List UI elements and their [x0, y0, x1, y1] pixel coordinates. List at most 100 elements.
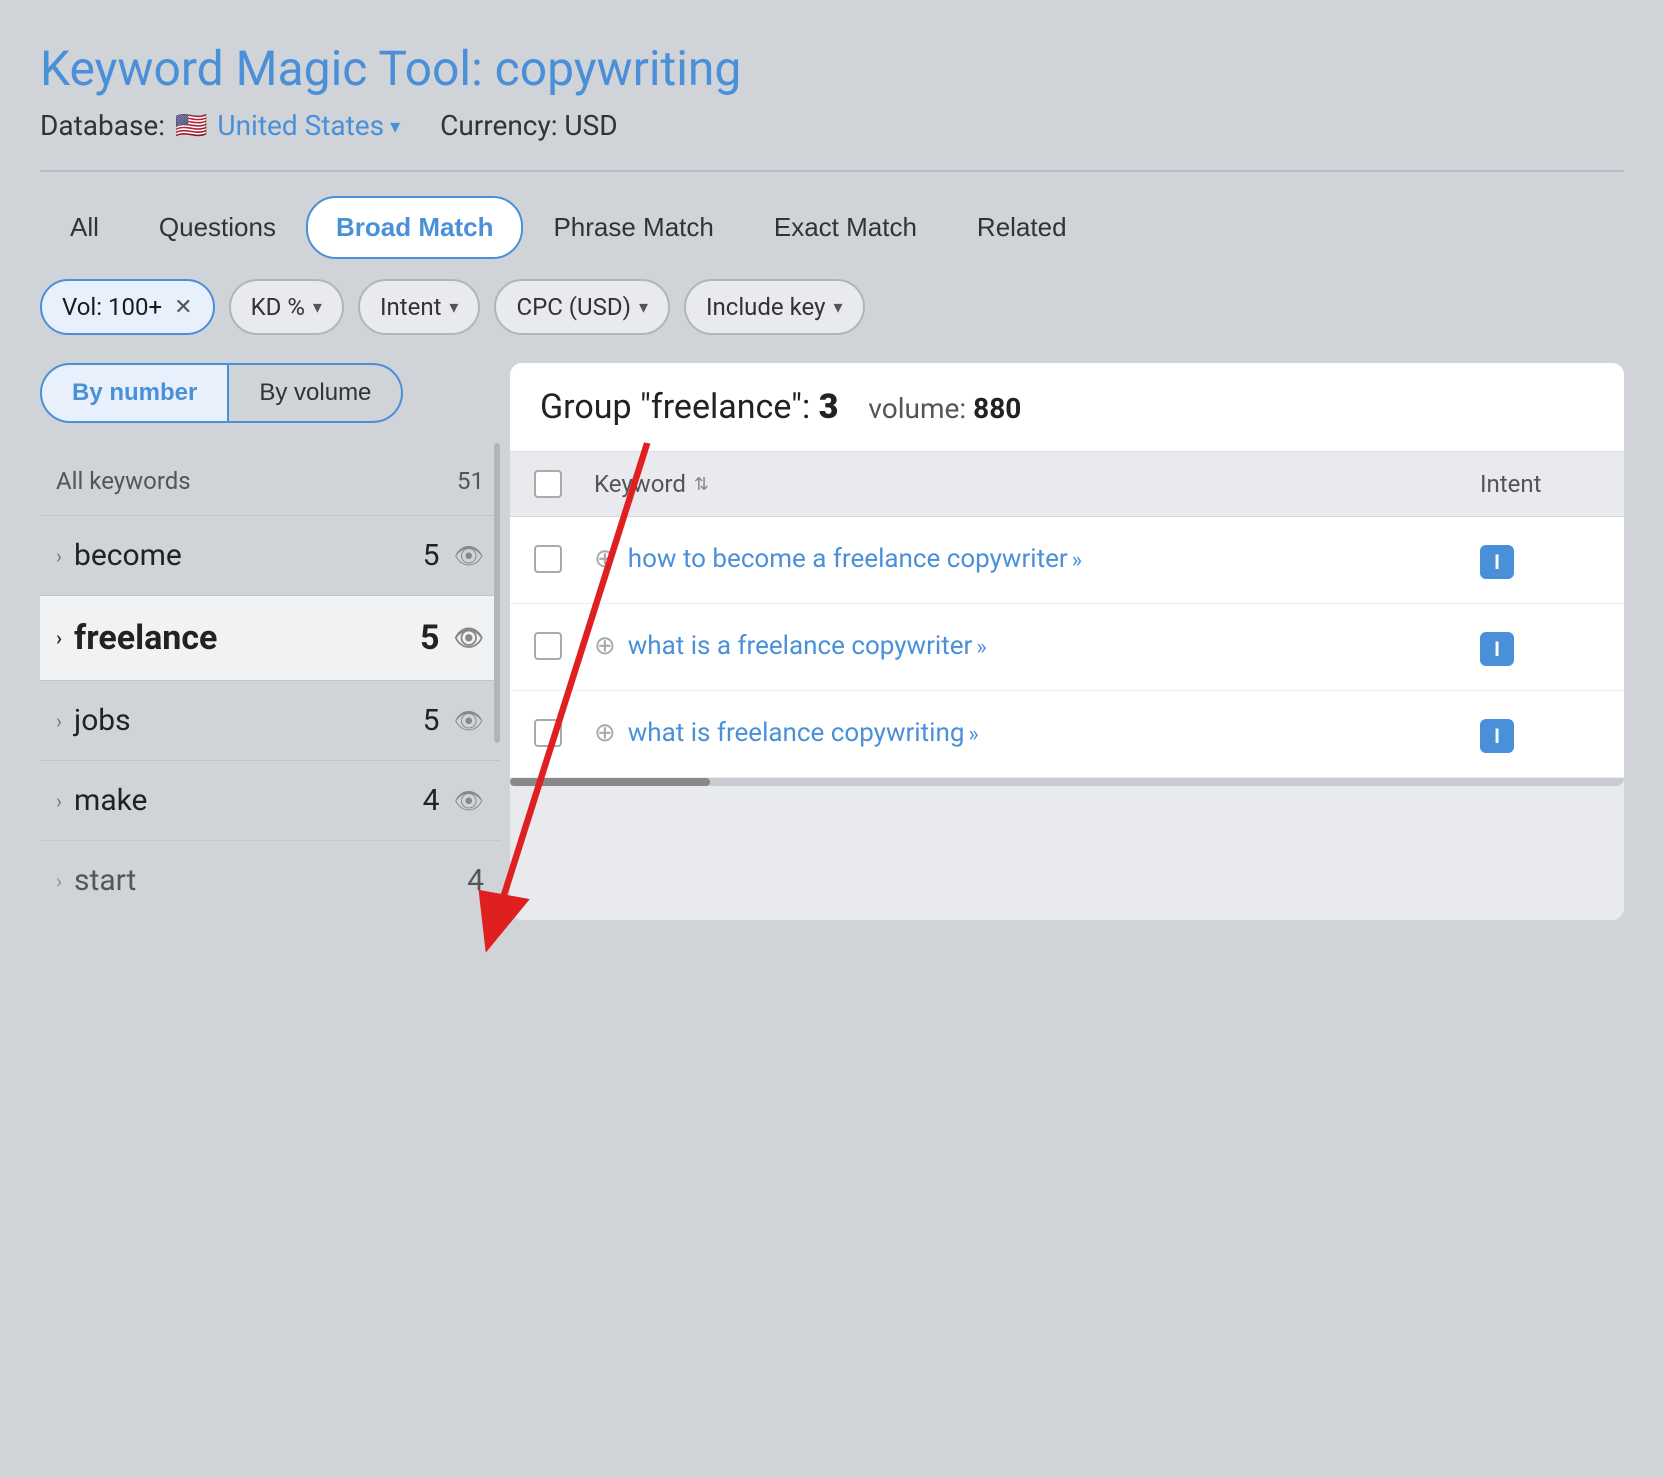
kd-filter[interactable]: KD % ▾ [229, 279, 344, 335]
sidebar-item-make[interactable]: › make 4 👁 [40, 760, 500, 840]
row-intent: I [1480, 541, 1600, 579]
sidebar-item-start[interactable]: › start 4 [40, 840, 500, 920]
all-keywords-count: 51 [457, 467, 484, 495]
tab-related[interactable]: Related [947, 196, 1097, 259]
row-checkbox[interactable] [534, 541, 574, 573]
row-checkbox-el[interactable] [534, 545, 562, 573]
eye-icon[interactable]: 👁 [454, 542, 484, 570]
keyword-highlight: copywriting [495, 40, 742, 97]
close-icon[interactable]: ✕ [174, 295, 192, 320]
th-intent: Intent [1480, 470, 1600, 498]
row-checkbox-el[interactable] [534, 632, 562, 660]
row-keyword: ⊕ what is freelance copywriting » [594, 715, 1460, 751]
sidebar-scrollbar[interactable] [494, 443, 500, 743]
add-icon[interactable]: ⊕ [594, 631, 616, 661]
chevron-down-icon: ▾ [313, 297, 322, 318]
table-row: ⊕ what is freelance copywriting » I [510, 691, 1624, 778]
include-key-filter[interactable]: Include key ▾ [684, 279, 865, 335]
row-checkbox[interactable] [534, 628, 574, 660]
chevron-right-icon: › [56, 709, 62, 733]
tab-phrase-match[interactable]: Phrase Match [523, 196, 743, 259]
arrows-icon: » [968, 722, 978, 747]
sidebar-list: All keywords 51 › become 5 👁 [40, 447, 500, 920]
tab-broad-match[interactable]: Broad Match [306, 196, 523, 259]
chevron-right-icon: › [56, 544, 62, 568]
tab-all[interactable]: All [40, 196, 129, 259]
sort-by-volume-button[interactable]: By volume [229, 363, 403, 423]
divider [40, 170, 1624, 172]
table-row: ⊕ how to become a freelance copywriter »… [510, 517, 1624, 604]
chevron-down-icon: ▾ [449, 297, 458, 318]
sidebar-item-label: become [74, 538, 182, 573]
sort-by-number-button[interactable]: By number [40, 363, 229, 423]
sidebar-item-jobs[interactable]: › jobs 5 👁 [40, 680, 500, 760]
panel-volume: volume: 880 [868, 392, 1021, 425]
sidebar-item-count: 4 [467, 863, 484, 898]
header-checkbox[interactable] [534, 470, 562, 498]
country-selector[interactable]: United States ▾ [217, 109, 400, 142]
all-keywords-label: All keywords [56, 467, 191, 495]
chevron-down-icon: ▾ [390, 114, 400, 138]
volume-filter[interactable]: Vol: 100+ ✕ [40, 279, 215, 335]
row-keyword: ⊕ what is a freelance copywriter » [594, 628, 1460, 664]
tab-exact-match[interactable]: Exact Match [744, 196, 947, 259]
right-panel: Group "freelance": 3 volume: 880 Keyword… [510, 363, 1624, 920]
page-title: Keyword Magic Tool: copywriting [40, 40, 1624, 97]
add-icon[interactable]: ⊕ [594, 544, 616, 574]
horizontal-scrollbar[interactable] [510, 778, 1624, 786]
page-header: Keyword Magic Tool: copywriting Database… [40, 40, 1624, 142]
chevron-down-icon: ▾ [639, 297, 648, 318]
eye-icon[interactable]: 👁 [454, 787, 484, 815]
flag-icon: 🇺🇸 [175, 111, 207, 141]
row-checkbox[interactable] [534, 715, 574, 747]
intent-badge: I [1480, 632, 1514, 666]
row-intent: I [1480, 715, 1600, 753]
eye-icon[interactable]: 👁 [454, 624, 484, 652]
tab-questions[interactable]: Questions [129, 196, 306, 259]
sidebar-item-become[interactable]: › become 5 👁 [40, 515, 500, 595]
row-keyword: ⊕ how to become a freelance copywriter » [594, 541, 1460, 577]
eye-icon[interactable]: 👁 [454, 707, 484, 735]
table-header: Keyword ⇅ Intent [510, 452, 1624, 517]
intent-filter[interactable]: Intent ▾ [358, 279, 481, 335]
chevron-right-icon: › [56, 626, 62, 650]
filters-row: Vol: 100+ ✕ KD % ▾ Intent ▾ CPC (USD) ▾ … [40, 279, 1624, 335]
sidebar-item-label: make [74, 783, 147, 818]
chevron-down-icon: ▾ [833, 297, 842, 318]
keyword-link[interactable]: how to become a freelance copywriter [628, 544, 1068, 574]
intent-badge: I [1480, 719, 1514, 753]
panel-header: Group "freelance": 3 volume: 880 [510, 363, 1624, 452]
main-content: By number By volume All keywords 51 › be… [40, 363, 1624, 920]
sidebar-item-label: freelance [74, 618, 217, 658]
scrollbar-thumb[interactable] [510, 778, 710, 786]
sidebar-item-label: start [74, 863, 136, 898]
arrows-icon: » [1072, 548, 1082, 573]
sidebar-item-count: 5 [420, 618, 440, 658]
add-icon[interactable]: ⊕ [594, 718, 616, 748]
database-info: Database: 🇺🇸 United States ▾ Currency: U… [40, 109, 1624, 142]
tabs-row: All Questions Broad Match Phrase Match E… [40, 196, 1624, 259]
keyword-link[interactable]: what is a freelance copywriter [628, 631, 973, 661]
row-intent: I [1480, 628, 1600, 666]
sidebar-item-label: jobs [74, 703, 131, 738]
panel-group-title: Group "freelance": 3 [540, 387, 838, 427]
sidebar-item-count: 5 [423, 703, 440, 738]
cpc-filter[interactable]: CPC (USD) ▾ [494, 279, 670, 335]
row-checkbox-el[interactable] [534, 719, 562, 747]
th-checkbox [534, 470, 574, 498]
sidebar: By number By volume All keywords 51 › be… [40, 363, 500, 920]
chevron-right-icon: › [56, 869, 62, 893]
sort-icon[interactable]: ⇅ [694, 474, 709, 495]
table-row: ⊕ what is a freelance copywriter » I [510, 604, 1624, 691]
sidebar-item-freelance[interactable]: › freelance 5 👁 [40, 595, 500, 680]
chevron-right-icon: › [56, 789, 62, 813]
sort-buttons: By number By volume [40, 363, 500, 423]
intent-badge: I [1480, 545, 1514, 579]
sidebar-item-count: 5 [423, 538, 440, 573]
sidebar-header: All keywords 51 [40, 447, 500, 515]
currency-info: Currency: USD [440, 109, 617, 142]
keyword-link[interactable]: what is freelance copywriting [628, 718, 965, 748]
th-keyword: Keyword ⇅ [594, 470, 1460, 498]
sidebar-item-count: 4 [423, 783, 440, 818]
arrows-icon: » [976, 635, 986, 660]
